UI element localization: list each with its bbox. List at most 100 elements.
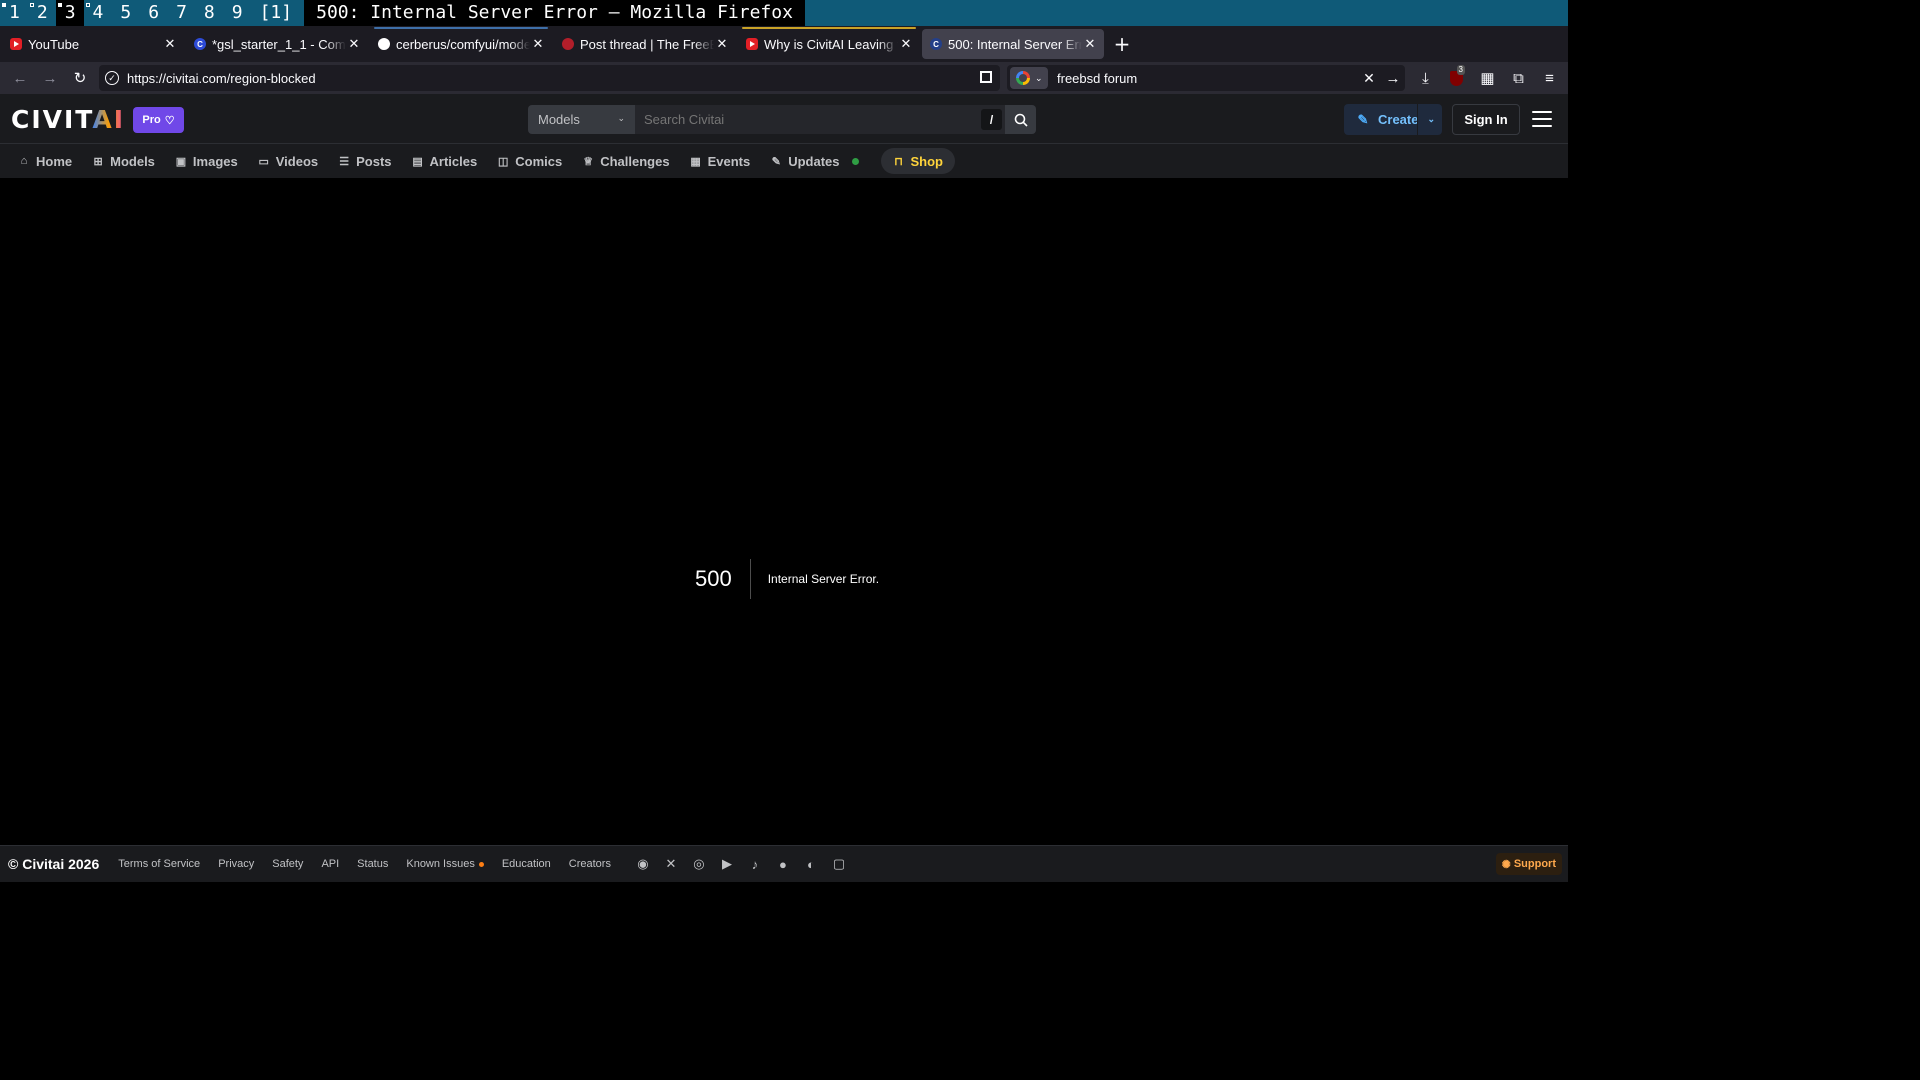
download-icon[interactable]: ⤓: [1410, 65, 1441, 91]
tab-comfyui[interactable]: C *gsl_starter_1_1 - ComfyUI ✕: [186, 29, 368, 59]
nav-home[interactable]: ⌂ Home: [8, 148, 82, 174]
twitch-icon[interactable]: ▢: [825, 856, 853, 872]
workspace-2[interactable]: 2: [28, 0, 56, 26]
logo-civit: CIVIT: [11, 105, 93, 134]
tracking-protection-icon[interactable]: ✓: [105, 71, 119, 85]
chevron-down-icon[interactable]: ⌄: [1427, 114, 1435, 125]
pro-button[interactable]: Pro ♡: [133, 107, 184, 133]
nav-images[interactable]: ▣ Images: [165, 148, 248, 174]
nav-label: Events: [707, 153, 751, 169]
tab-title: Why is CivitAI Leaving the UK: [764, 36, 898, 52]
footer-link-known-issues[interactable]: Known Issues: [406, 858, 484, 870]
ublock-icon[interactable]: 3: [1441, 65, 1472, 91]
workspace-marker: [2, 3, 6, 7]
close-icon[interactable]: ✕: [162, 36, 178, 52]
comfyui-icon: C: [194, 38, 206, 50]
nav-events[interactable]: ▦ Events: [680, 148, 761, 174]
search-type-select[interactable]: Models ⌄: [528, 105, 635, 134]
back-button[interactable]: ←: [5, 64, 35, 92]
hamburger-menu-icon[interactable]: ≡: [1534, 65, 1565, 91]
workspace-4[interactable]: 4: [84, 0, 112, 26]
workspace-1[interactable]: 1: [0, 0, 28, 26]
x-icon[interactable]: ✕: [657, 856, 685, 872]
workspace-9[interactable]: 9: [223, 0, 251, 26]
workspace-7[interactable]: 7: [167, 0, 195, 26]
freebsd-icon: [562, 38, 574, 50]
extensions-icon[interactable]: ⧉: [1503, 65, 1534, 91]
workspace-number: 8: [203, 2, 215, 23]
qr-code-icon[interactable]: [980, 71, 992, 83]
footer-link-api[interactable]: API: [321, 858, 339, 870]
tab-github[interactable]: cerberus/comfyui/models ✕: [370, 27, 552, 59]
site-footer: © Civitai 2026 Terms of Service Privacy …: [0, 845, 1568, 882]
footer-link-education[interactable]: Education: [502, 858, 551, 870]
tab-youtube[interactable]: YouTube ✕: [2, 29, 184, 59]
search-engine-button[interactable]: ⌄: [1010, 67, 1048, 89]
tab-title: Post thread | The FreeBSD Forums: [580, 36, 714, 52]
workspace-number: 7: [176, 2, 187, 23]
book-icon: ◫: [498, 155, 509, 168]
clear-icon[interactable]: ✕: [1357, 70, 1381, 87]
instagram-icon[interactable]: ◎: [685, 856, 713, 872]
nav-models[interactable]: ⊞ Models: [82, 148, 165, 174]
search-bar[interactable]: ⌄ freebsd forum ✕ →: [1007, 65, 1405, 91]
workspace-6[interactable]: 6: [139, 0, 167, 26]
chevron-down-icon: ⌄: [617, 113, 625, 123]
nav-posts[interactable]: ☰ Posts: [328, 148, 401, 174]
close-icon[interactable]: ✕: [346, 36, 362, 52]
footer-link-creators[interactable]: Creators: [569, 858, 611, 870]
search-shortcut-key: /: [981, 109, 1002, 130]
youtube-icon: [10, 38, 22, 50]
close-icon[interactable]: ✕: [898, 36, 914, 52]
nav-challenges[interactable]: ♕ Challenges: [572, 148, 679, 174]
footer-link-privacy[interactable]: Privacy: [218, 858, 254, 870]
nav-articles[interactable]: ▤ Articles: [402, 148, 488, 174]
sign-in-button[interactable]: Sign In: [1452, 104, 1520, 135]
nav-label: Models: [110, 153, 155, 169]
workspace-number: 9: [231, 2, 243, 23]
url-text: https://civitai.com/region-blocked: [127, 70, 316, 86]
nav-updates[interactable]: ✎ Updates: [760, 148, 868, 174]
footer-link-terms[interactable]: Terms of Service: [118, 858, 200, 870]
nav-label: Posts: [356, 153, 392, 169]
search-bar-value[interactable]: freebsd forum: [1057, 71, 1357, 86]
nav-label: Home: [36, 153, 73, 169]
nav-videos[interactable]: ▭ Videos: [248, 148, 328, 174]
ublock-badge: 3: [1456, 65, 1465, 75]
tab-title: cerberus/comfyui/models: [396, 36, 530, 52]
reload-button[interactable]: ↻: [65, 64, 95, 92]
nav-comics[interactable]: ◫ Comics: [487, 148, 572, 174]
workspace-8[interactable]: 8: [195, 0, 223, 26]
support-button[interactable]: ✺ Support: [1495, 853, 1562, 875]
footer-link-status[interactable]: Status: [357, 858, 388, 870]
tab-civitai[interactable]: C 500: Internal Server Error ✕: [922, 29, 1104, 59]
search-button[interactable]: [1005, 105, 1036, 134]
close-icon[interactable]: ✕: [530, 36, 546, 52]
reddit-icon[interactable]: ●: [769, 857, 797, 872]
civitai-logo[interactable]: CIVITAI: [11, 107, 125, 132]
tab-youtube-video[interactable]: Why is CivitAI Leaving the UK ✕: [738, 27, 920, 59]
forward-button[interactable]: →: [35, 64, 65, 92]
menu-icon[interactable]: [1532, 111, 1552, 127]
tab-freebsd[interactable]: Post thread | The FreeBSD Forums ✕: [554, 29, 736, 59]
discord-icon[interactable]: ◉: [629, 856, 657, 872]
new-tab-button[interactable]: +: [1110, 32, 1134, 56]
workspace-5[interactable]: 5: [111, 0, 139, 26]
nav-shop[interactable]: ⊓ Shop: [880, 148, 955, 174]
workspace-3[interactable]: 3: [55, 0, 84, 26]
search-icon: [1014, 113, 1028, 127]
extension-grid-icon[interactable]: ▦: [1472, 65, 1503, 91]
youtube-icon[interactable]: ▶: [713, 856, 741, 872]
url-bar[interactable]: ✓ https://civitai.com/region-blocked: [99, 65, 1000, 91]
create-button[interactable]: ✎ Create ⌄: [1344, 104, 1442, 135]
tab-title: *gsl_starter_1_1 - ComfyUI: [212, 36, 346, 52]
error-code: 500: [695, 566, 732, 591]
close-icon[interactable]: ✕: [714, 36, 730, 52]
search-input[interactable]: [635, 105, 1005, 134]
close-icon[interactable]: ✕: [1082, 36, 1098, 52]
github-icon[interactable]: ◐: [797, 857, 825, 872]
navigation-toolbar: ← → ↻ ✓ https://civitai.com/region-block…: [0, 62, 1568, 94]
tiktok-icon[interactable]: ♪: [741, 857, 769, 872]
go-arrow-icon[interactable]: →: [1381, 70, 1405, 87]
footer-link-safety[interactable]: Safety: [272, 858, 303, 870]
